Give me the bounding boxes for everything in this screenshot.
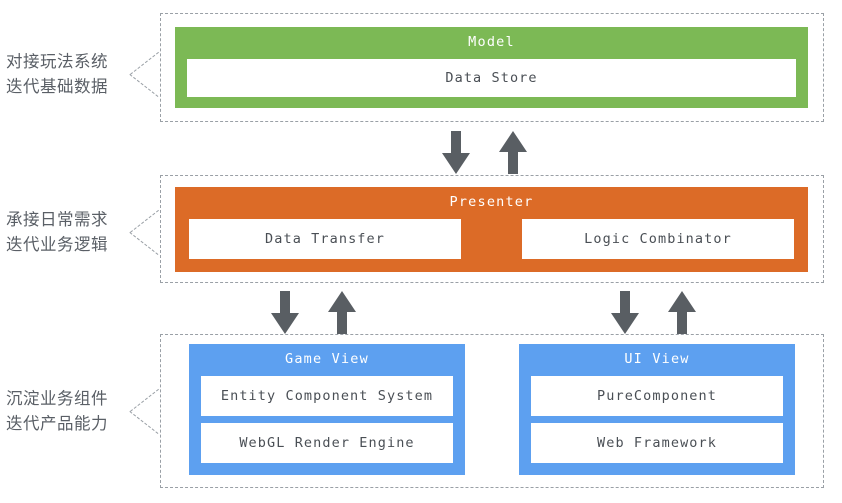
arrow-presenter-to-model — [498, 131, 528, 175]
cell-data-store[interactable]: Data Store — [187, 58, 796, 97]
panel-model[interactable]: Model Data Store — [175, 27, 808, 108]
side-label-view-line2: 迭代产品能力 — [6, 414, 108, 433]
panel-body-model: Data Store — [187, 58, 796, 97]
panel-title-presenter: Presenter — [449, 194, 534, 210]
panel-title-model: Model — [468, 34, 515, 50]
panel-game-view[interactable]: Game View Entity Component System WebGL … — [189, 344, 465, 475]
arrow-presenter-to-ui-view — [610, 291, 640, 335]
arrow-presenter-to-game-view — [270, 291, 300, 335]
cell-pure-component[interactable]: PureComponent — [531, 375, 783, 416]
side-label-presenter: 承接日常需求 迭代业务逻辑 — [6, 207, 134, 257]
cell-web-framework[interactable]: Web Framework — [531, 423, 783, 463]
panel-body-presenter: Data Transfer Logic Combinator — [189, 218, 794, 259]
cell-webgl-render-engine[interactable]: WebGL Render Engine — [201, 423, 453, 463]
panel-body-game-view: Entity Component System WebGL Render Eng… — [201, 375, 453, 463]
panel-body-ui-view: PureComponent Web Framework — [531, 375, 783, 463]
architecture-diagram: 对接玩法系统 迭代基础数据 Model Data Store 承接日常需求 迭代… — [0, 0, 842, 503]
connector-presenter-lower-segment — [129, 232, 159, 255]
side-label-presenter-line2: 迭代业务逻辑 — [6, 235, 108, 254]
side-label-model-line2: 迭代基础数据 — [6, 77, 108, 96]
arrow-game-view-to-presenter — [327, 291, 357, 335]
connector-view-lower-segment — [129, 411, 159, 434]
side-label-presenter-line1: 承接日常需求 — [6, 210, 108, 229]
side-label-model-line1: 对接玩法系统 — [6, 52, 108, 71]
side-label-view: 沉淀业务组件 迭代产品能力 — [6, 386, 134, 436]
panel-presenter[interactable]: Presenter Data Transfer Logic Combinator — [175, 187, 808, 272]
connector-model-upper-segment — [130, 51, 159, 75]
panel-ui-view[interactable]: UI View PureComponent Web Framework — [519, 344, 795, 475]
side-label-view-line1: 沉淀业务组件 — [6, 389, 108, 408]
side-label-model: 对接玩法系统 迭代基础数据 — [6, 49, 134, 99]
cell-data-transfer[interactable]: Data Transfer — [189, 218, 461, 259]
connector-view-upper-segment — [130, 388, 159, 412]
arrow-ui-view-to-presenter — [667, 291, 697, 335]
panel-title-ui-view: UI View — [624, 351, 690, 367]
connector-model-lower-segment — [129, 74, 159, 97]
cell-logic-combinator[interactable]: Logic Combinator — [522, 218, 794, 259]
connector-presenter-upper-segment — [130, 209, 159, 233]
panel-title-game-view: Game View — [285, 351, 369, 367]
arrow-model-to-presenter — [441, 131, 471, 175]
cell-entity-component-system[interactable]: Entity Component System — [201, 375, 453, 416]
